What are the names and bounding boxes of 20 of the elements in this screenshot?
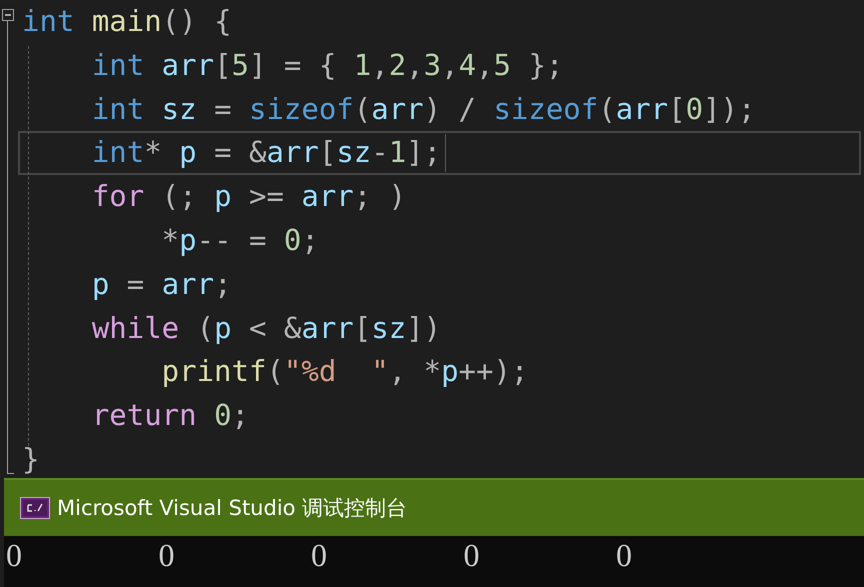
console-output-value: 0 bbox=[6, 536, 23, 574]
code-line: int arr[5] = { 1,2,3,4,5 }; bbox=[90, 46, 564, 84]
console-output-value: 0 bbox=[311, 536, 328, 574]
code-line: p = arr; bbox=[90, 266, 232, 303]
code-line: while (p < &arr[sz]) bbox=[90, 310, 442, 347]
console-output-value: 0 bbox=[616, 536, 633, 574]
code-line: int* p = &arr[sz-1]; bbox=[90, 134, 442, 172]
text-cursor bbox=[445, 134, 446, 172]
console-output-value: 0 bbox=[158, 536, 176, 574]
code-line: for (; p >= arr; ) bbox=[90, 178, 406, 216]
code-line: int main() { bbox=[22, 3, 232, 40]
code-line: int sz = sizeof(arr) / sizeof(arr[0]); bbox=[90, 90, 756, 128]
console-output-value: 0 bbox=[464, 536, 480, 574]
console-app-icon bbox=[20, 497, 50, 519]
code-line: *p-- = 0; bbox=[160, 222, 319, 259]
collapse-icon[interactable] bbox=[2, 9, 14, 21]
code-line: } bbox=[22, 440, 40, 478]
code-line: return 0; bbox=[90, 397, 249, 434]
console-title: Microsoft Visual Studio 调试控制台 bbox=[57, 495, 408, 522]
code-line: printf("%d ", *p++); bbox=[160, 353, 528, 390]
